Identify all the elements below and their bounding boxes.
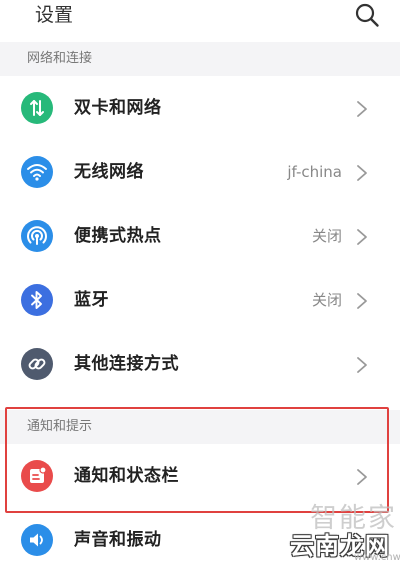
wifi-icon: [21, 156, 53, 188]
chevron-right-icon: [357, 357, 367, 373]
settings-item-bluetooth[interactable]: 蓝牙 关闭: [0, 268, 400, 332]
chevron-right-icon: [357, 165, 367, 181]
settings-item-label: 蓝牙: [74, 290, 109, 310]
settings-item-wifi[interactable]: 无线网络 jf-china: [0, 140, 400, 204]
highlight-box: [5, 407, 389, 513]
settings-screen: 设置 网络和连接 双卡和网络 无线网络 jf-china 便携式热点 关闭 蓝牙…: [0, 0, 400, 565]
section-title: 网络和连接: [27, 51, 93, 66]
header: 设置: [0, 0, 400, 42]
sound-icon: [21, 524, 53, 556]
bluetooth-icon: [21, 284, 53, 316]
settings-item-value: 关闭: [311, 291, 342, 309]
chevron-right-icon: [357, 101, 367, 117]
settings-item-label: 双卡和网络: [74, 98, 162, 118]
settings-item-value: jf-china: [287, 163, 342, 181]
search-icon: [355, 3, 379, 27]
settings-item-label: 其他连接方式: [74, 354, 179, 374]
settings-item-label: 无线网络: [74, 162, 144, 182]
settings-item-other-connections[interactable]: 其他连接方式: [0, 332, 400, 396]
watermark: 智能家 云南龙网 www.cnw.com: [280, 504, 400, 565]
watermark-url: www.cnw.com: [354, 552, 400, 563]
hotspot-icon: [21, 220, 53, 252]
settings-item-dual-sim[interactable]: 双卡和网络: [0, 76, 400, 140]
chevron-right-icon: [357, 229, 367, 245]
dual-sim-icon: [21, 92, 53, 124]
page-title: 设置: [35, 4, 74, 26]
link-icon: [21, 348, 53, 380]
settings-item-label: 便携式热点: [74, 226, 162, 246]
chevron-right-icon: [357, 293, 367, 309]
settings-item-hotspot[interactable]: 便携式热点 关闭: [0, 204, 400, 268]
settings-item-value: 关闭: [311, 227, 342, 245]
watermark-top-text: 智能家: [310, 503, 397, 534]
settings-item-label: 声音和振动: [74, 530, 162, 550]
section-header-network: 网络和连接: [0, 42, 400, 76]
search-button[interactable]: [354, 2, 380, 28]
